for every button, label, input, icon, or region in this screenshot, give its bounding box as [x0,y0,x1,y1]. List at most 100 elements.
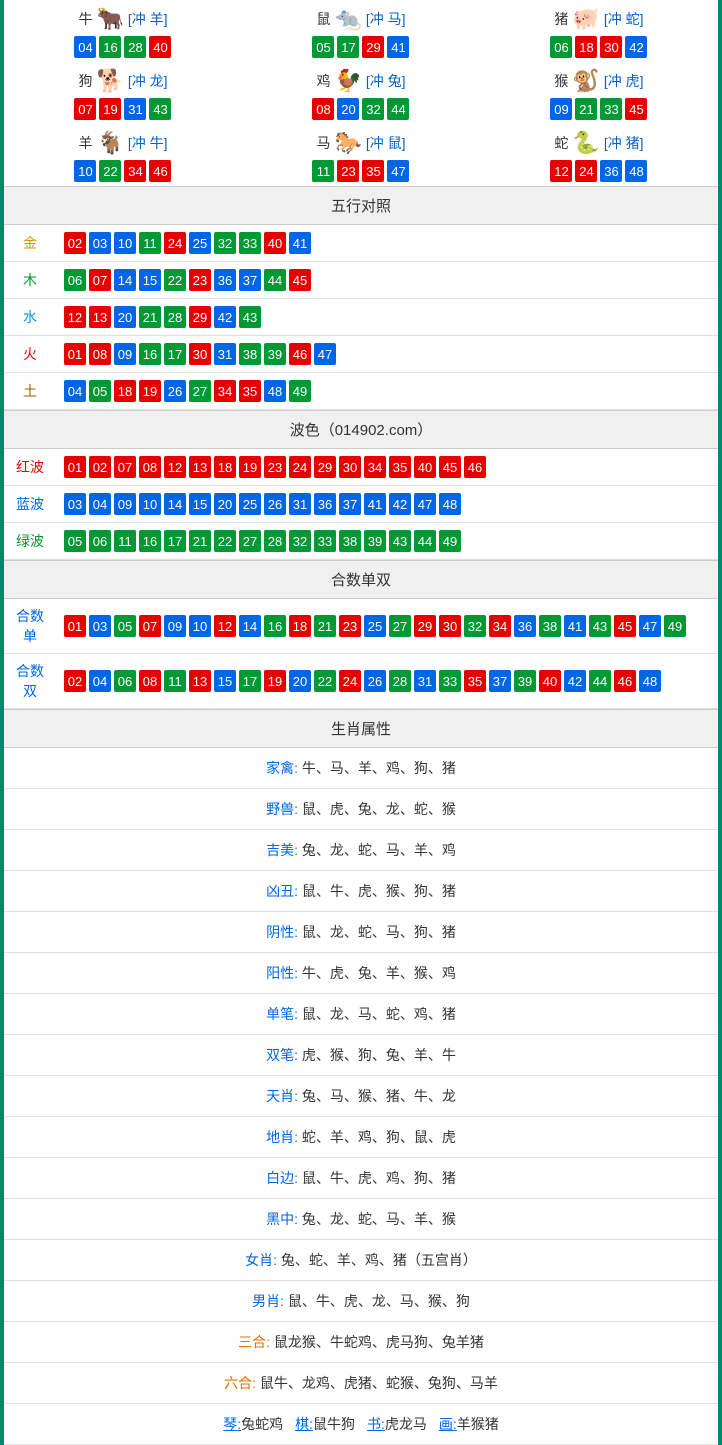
number-chip: 48 [639,670,661,692]
number-chip: 49 [439,530,461,552]
attr-value: 鼠、虎、兔、龙、蛇、猴 [302,801,456,817]
table-row: 金02031011242532334041 [4,225,718,262]
attr-row: 男肖: 鼠、牛、虎、龙、马、猴、狗 [4,1281,718,1322]
number-chip: 32 [289,530,311,552]
table-row: 绿波05061116172122272832333839434449 [4,523,718,560]
attr-row: 双笔: 虎、猴、狗、兔、羊、牛 [4,1035,718,1076]
number-chip: 09 [164,615,186,637]
attr-value: 兔、龙、蛇、马、羊、猴 [302,1211,456,1227]
zodiac-name: 猪 [554,9,568,29]
attr-key: 天肖: [266,1088,302,1104]
number-chip: 16 [99,36,121,58]
zodiac-icon: 🐒 [572,70,599,92]
row-label: 蓝波 [4,486,56,523]
number-chip: 24 [575,160,597,182]
bose-header: 波色（014902.com） [4,410,718,449]
number-chip: 05 [312,36,334,58]
attr-key: 男肖: [252,1293,288,1309]
number-chip: 21 [575,98,597,120]
zodiac-name: 鼠 [316,9,330,29]
number-chip: 07 [139,615,161,637]
number-chip: 05 [89,380,111,402]
zodiac-icon: 🐂 [96,8,123,30]
number-chip: 06 [89,530,111,552]
row-numbers: 0102070812131819232429303435404546 [56,449,718,486]
number-chip: 43 [239,306,261,328]
number-chip: 32 [362,98,384,120]
number-chip: 17 [239,670,261,692]
number-chip: 47 [414,493,436,515]
number-chip: 36 [214,269,236,291]
zodiac-chong: [冲 虎] [604,71,644,91]
number-chip: 11 [139,232,161,254]
number-chip: 31 [414,670,436,692]
row-label: 合数双 [4,654,56,709]
number-chip: 38 [539,615,561,637]
number-chip: 22 [214,530,236,552]
attr-key: 野兽: [266,801,302,817]
number-chip: 37 [489,670,511,692]
number-chip: 21 [314,615,336,637]
number-chip: 16 [139,530,161,552]
row-label: 木 [4,262,56,299]
number-chip: 20 [114,306,136,328]
attr-value: 蛇、羊、鸡、狗、鼠、虎 [302,1129,456,1145]
number-chip: 29 [362,36,384,58]
number-chip: 12 [64,306,86,328]
number-chip: 17 [337,36,359,58]
number-chip: 14 [164,493,186,515]
number-chip: 46 [289,343,311,365]
number-chip: 13 [189,670,211,692]
attr-key: 双笔: [266,1047,302,1063]
row-numbers: 0108091617303138394647 [56,336,718,373]
number-chip: 41 [364,493,386,515]
number-chip: 08 [312,98,334,120]
number-chip: 46 [149,160,171,182]
number-chip: 13 [89,306,111,328]
zodiac-name: 羊 [78,133,92,153]
number-chip: 28 [164,306,186,328]
zodiac-numbers: 11233547 [242,160,480,182]
number-chip: 39 [364,530,386,552]
attr-value: 兔、马、猴、猪、牛、龙 [302,1088,456,1104]
attr-key: 吉美: [266,842,302,858]
number-chip: 44 [589,670,611,692]
table-row: 合数单0103050709101214161821232527293032343… [4,599,718,654]
row-label: 绿波 [4,523,56,560]
row-label: 土 [4,373,56,410]
attr-value: 兔、蛇、羊、鸡、猪（五宫肖） [281,1252,477,1268]
heshu-table: 合数单0103050709101214161821232527293032343… [4,599,718,709]
attr-value: 鼠、牛、虎、龙、马、猴、狗 [288,1293,470,1309]
zodiac-chong: [冲 蛇] [604,9,644,29]
number-chip: 03 [64,493,86,515]
number-chip: 02 [64,232,86,254]
attr-value: 鼠、牛、虎、猴、狗、猪 [302,883,456,899]
number-chip: 42 [625,36,647,58]
number-chip: 17 [164,530,186,552]
bose-table: 红波0102070812131819232429303435404546蓝波 03… [4,449,718,560]
number-chip: 30 [600,36,622,58]
qin-label: 画: [439,1416,457,1432]
attr-key: 女肖: [245,1252,281,1268]
zodiac-cell: 蛇🐍[冲 猪]12243648 [480,124,718,186]
number-chip: 26 [164,380,186,402]
number-chip: 14 [114,269,136,291]
row-numbers: 06071415222336374445 [56,262,718,299]
number-chip: 40 [149,36,171,58]
zodiac-numbers: 09213345 [480,98,718,120]
table-row: 红波0102070812131819232429303435404546 [4,449,718,486]
number-chip: 19 [99,98,121,120]
attr-key: 阳性: [266,965,302,981]
number-chip: 15 [189,493,211,515]
zodiac-cell: 马🐎[冲 鼠]11233547 [242,124,480,186]
attr-row: 阴性: 鼠、龙、蛇、马、狗、猪 [4,912,718,953]
number-chip: 31 [289,493,311,515]
number-chip: 28 [124,36,146,58]
number-chip: 38 [339,530,361,552]
number-chip: 40 [539,670,561,692]
number-chip: 48 [439,493,461,515]
table-row: 蓝波03040910141520252631363741424748 [4,486,718,523]
number-chip: 12 [164,456,186,478]
number-chip: 01 [64,343,86,365]
zodiac-name: 蛇 [554,133,568,153]
